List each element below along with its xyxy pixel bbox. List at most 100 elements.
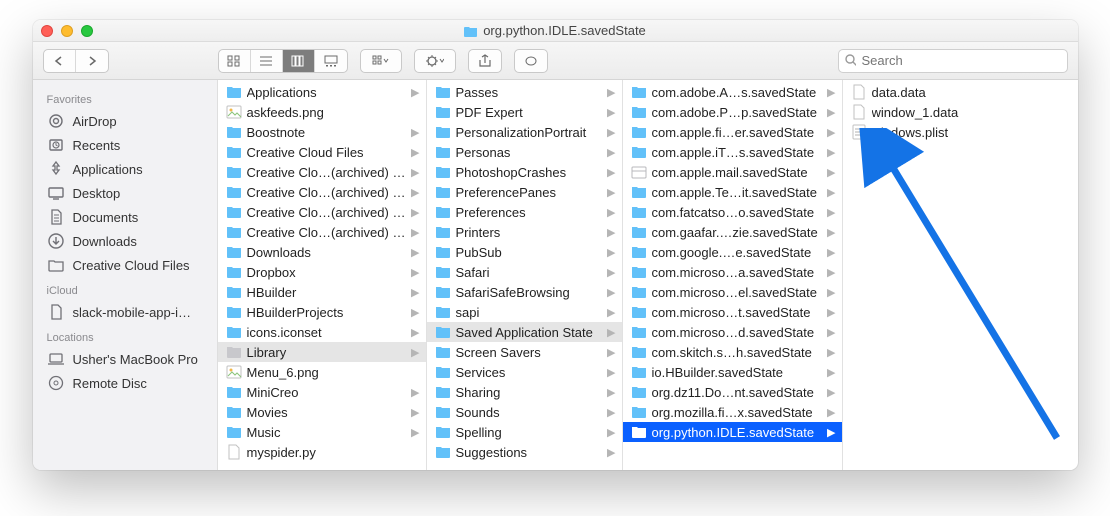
list-item[interactable]: com.apple.Te…it.savedState▶ [623,182,842,202]
column[interactable]: Passes▶PDF Expert▶PersonalizationPortrai… [427,80,623,470]
column[interactable]: com.adobe.A…s.savedState▶com.adobe.P…p.s… [623,80,843,470]
list-item[interactable]: com.microso…t.savedState▶ [623,302,842,322]
list-item[interactable]: Sharing▶ [427,382,622,402]
list-item[interactable]: Applications▶ [218,82,426,102]
list-item[interactable]: Passes▶ [427,82,622,102]
sidebar-item[interactable]: Creative Cloud Files [33,253,217,277]
forward-button[interactable] [76,50,108,72]
list-item[interactable]: com.google.…e.savedState▶ [623,242,842,262]
list-item[interactable]: PubSub▶ [427,242,622,262]
view-columns-button[interactable] [283,50,315,72]
list-item[interactable]: Library▶ [218,342,426,362]
list-item[interactable]: HBuilderProjects▶ [218,302,426,322]
list-item[interactable]: com.fatcatso…o.savedState▶ [623,202,842,222]
list-item[interactable]: MiniCreo▶ [218,382,426,402]
list-item[interactable]: icons.iconset▶ [218,322,426,342]
list-item[interactable]: Music▶ [218,422,426,442]
folder-icon [435,364,451,380]
folder-icon [435,264,451,280]
chevron-right-icon: ▶ [827,106,835,119]
list-item[interactable]: org.dz11.Do…nt.savedState▶ [623,382,842,402]
list-item[interactable]: SafariSafeBrowsing▶ [427,282,622,302]
sidebar-item[interactable]: Downloads [33,229,217,253]
list-item[interactable]: com.microso…d.savedState▶ [623,322,842,342]
folder-icon [226,284,242,300]
list-item[interactable]: Personas▶ [427,142,622,162]
list-item[interactable]: Dropbox▶ [218,262,426,282]
chevron-right-icon: ▶ [411,126,419,139]
sidebar-item[interactable]: Usher's MacBook Pro [33,347,217,371]
titlebar[interactable]: org.python.IDLE.savedState [33,20,1078,42]
list-item[interactable]: org.python.IDLE.savedState▶ [623,422,842,442]
list-item[interactable]: Saved Application State▶ [427,322,622,342]
list-item[interactable]: org.mozilla.fi…x.savedState▶ [623,402,842,422]
list-item[interactable]: io.HBuilder.savedState▶ [623,362,842,382]
list-item[interactable]: data.data [843,82,1073,102]
view-gallery-button[interactable] [315,50,347,72]
folder-icon [435,204,451,220]
list-item[interactable]: Downloads▶ [218,242,426,262]
sidebar-item[interactable]: Remote Disc [33,371,217,395]
arrange-button[interactable] [361,50,401,72]
share-button[interactable] [469,50,501,72]
folder-icon [226,404,242,420]
list-item[interactable]: Spelling▶ [427,422,622,442]
list-item[interactable]: myspider.py [218,442,426,462]
list-item[interactable]: askfeeds.png [218,102,426,122]
list-item[interactable]: Screen Savers▶ [427,342,622,362]
list-item[interactable]: com.skitch.s…h.savedState▶ [623,342,842,362]
list-item[interactable]: Movies▶ [218,402,426,422]
list-item[interactable]: PersonalizationPortrait▶ [427,122,622,142]
action-button[interactable] [415,50,455,72]
sidebar-item[interactable]: Recents [33,133,217,157]
list-item[interactable]: Boostnote▶ [218,122,426,142]
list-item[interactable]: com.adobe.P…p.savedState▶ [623,102,842,122]
list-item[interactable]: com.microso…el.savedState▶ [623,282,842,302]
sidebar-item[interactable]: slack-mobile-app-i… [33,300,217,324]
list-item[interactable]: Suggestions▶ [427,442,622,462]
search-field[interactable] [838,49,1068,73]
back-button[interactable] [44,50,76,72]
tags-button[interactable] [515,50,547,72]
list-item[interactable]: window_1.data [843,102,1073,122]
list-item[interactable]: com.apple.mail.savedState▶ [623,162,842,182]
chevron-right-icon: ▶ [827,246,835,259]
search-input[interactable] [861,53,1060,68]
maximize-button[interactable] [81,25,93,37]
list-item[interactable]: Preferences▶ [427,202,622,222]
list-item[interactable]: Services▶ [427,362,622,382]
column[interactable]: data.datawindow_1.datawindows.plist [843,80,1073,470]
list-item[interactable]: Sounds▶ [427,402,622,422]
sidebar-item[interactable]: AirDrop [33,109,217,133]
column[interactable]: Applications▶askfeeds.pngBoostnote▶Creat… [218,80,427,470]
list-item[interactable]: com.gaafar.…zie.savedState▶ [623,222,842,242]
view-icons-button[interactable] [219,50,251,72]
list-item[interactable]: com.apple.fi…er.savedState▶ [623,122,842,142]
list-item-label: sapi [456,305,604,320]
folder-icon [435,324,451,340]
list-item[interactable]: sapi▶ [427,302,622,322]
list-item[interactable]: Creative Clo…(archived) (4)▶ [218,222,426,242]
list-item[interactable]: Menu_6.png [218,362,426,382]
list-item[interactable]: PDF Expert▶ [427,102,622,122]
list-item[interactable]: Creative Clo…(archived) (1)▶ [218,162,426,182]
sidebar-item[interactable]: Desktop [33,181,217,205]
list-item[interactable]: HBuilder▶ [218,282,426,302]
list-item[interactable]: Safari▶ [427,262,622,282]
view-list-button[interactable] [251,50,283,72]
sidebar[interactable]: FavoritesAirDropRecentsApplicationsDeskt… [33,80,218,470]
list-item[interactable]: Printers▶ [427,222,622,242]
minimize-button[interactable] [61,25,73,37]
list-item[interactable]: Creative Clo…(archived) (3)▶ [218,202,426,222]
list-item[interactable]: PreferencePanes▶ [427,182,622,202]
list-item[interactable]: Creative Cloud Files▶ [218,142,426,162]
list-item[interactable]: PhotoshopCrashes▶ [427,162,622,182]
list-item[interactable]: com.apple.iT…s.savedState▶ [623,142,842,162]
list-item[interactable]: com.microso…a.savedState▶ [623,262,842,282]
list-item[interactable]: windows.plist [843,122,1073,142]
sidebar-item[interactable]: Documents [33,205,217,229]
list-item[interactable]: Creative Clo…(archived) (2)▶ [218,182,426,202]
sidebar-item[interactable]: Applications [33,157,217,181]
list-item[interactable]: com.adobe.A…s.savedState▶ [623,82,842,102]
close-button[interactable] [41,25,53,37]
